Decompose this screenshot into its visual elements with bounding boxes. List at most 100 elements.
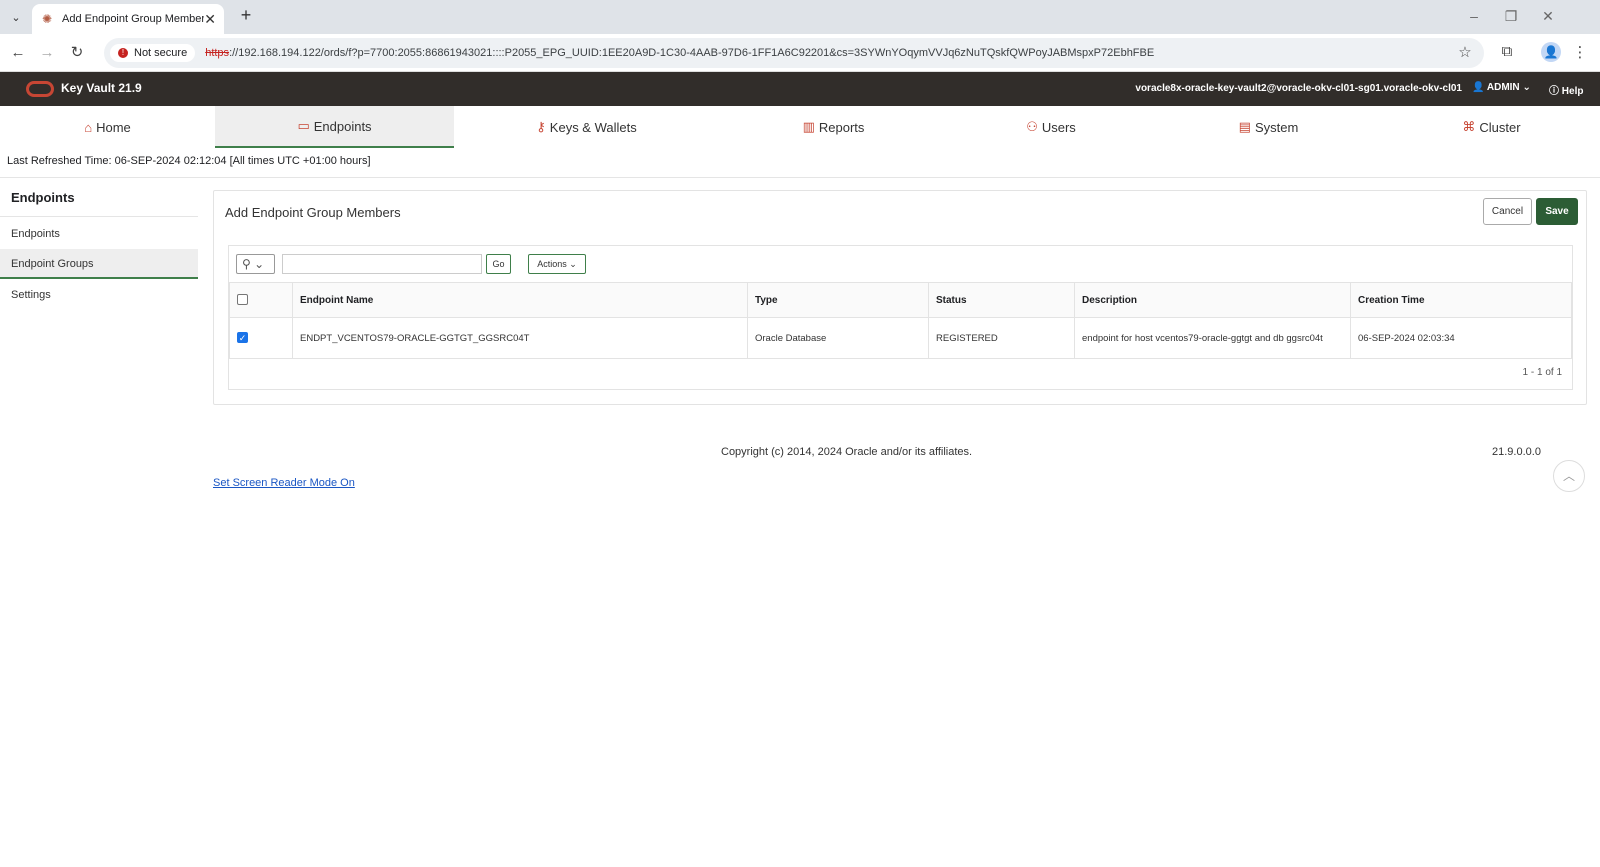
region-title: Add Endpoint Group Members (225, 205, 401, 220)
tab-home-label: Home (96, 119, 131, 135)
browser-menu-icon[interactable]: ⋮ (1570, 43, 1590, 61)
user-icon: 👤 (1472, 82, 1485, 93)
tab-search-icon[interactable]: ⌄ (6, 7, 26, 27)
scroll-to-top-icon[interactable]: ︿ (1553, 460, 1585, 492)
tab-keys-wallets-label: Keys & Wallets (549, 119, 637, 135)
row-select-cell: ✓ (229, 317, 293, 359)
oracle-logo-icon (26, 81, 54, 97)
tab-endpoints[interactable]: ▭ Endpoints (215, 106, 454, 148)
url-scheme: https (205, 47, 230, 59)
pagination-info: 1 - 1 of 1 (1522, 367, 1562, 378)
reload-icon[interactable]: ↻ (67, 43, 87, 63)
tab-home[interactable]: ⌂ Home (0, 106, 215, 148)
endpoint-grid: ⚲ ⌄ Go Actions ⌄ Endpoint Name Type Stat… (228, 245, 1573, 390)
tab-reports[interactable]: ▥ Reports (719, 106, 948, 148)
app-title: Key Vault 21.9 (61, 81, 142, 95)
endpoint-table: Endpoint Name Type Status Description Cr… (229, 282, 1572, 359)
tab-system[interactable]: ▤ System (1154, 106, 1383, 148)
users-icon: ⚇ (1026, 119, 1038, 134)
copyright-text: Copyright (c) 2014, 2024 Oracle and/or i… (721, 446, 973, 458)
sidebar-item-endpoints[interactable]: Endpoints (0, 219, 198, 249)
browser-tab-title: Add Endpoint Group Members (62, 13, 205, 25)
grid-toolbar: ⚲ ⌄ Go Actions ⌄ (229, 246, 1572, 282)
help-label: Help (1561, 86, 1584, 97)
app-header: Key Vault 21.9 voracle8x-oracle-key-vaul… (0, 72, 1600, 106)
search-column-selector[interactable]: ⚲ ⌄ (236, 254, 275, 274)
search-icon: ⚲ (242, 257, 251, 271)
row-checkbox[interactable]: ✓ (237, 332, 248, 344)
search-input[interactable] (282, 254, 482, 274)
select-all-header (229, 282, 293, 318)
endpoint-name-cell: ENDPT_VCENTOS79-ORACLE-GGTGT_GGSRC04T (292, 317, 748, 359)
system-icon: ▤ (1238, 119, 1251, 134)
description-cell: endpoint for host vcentos79-oracle-ggtgt… (1074, 317, 1351, 359)
tab-system-label: System (1254, 119, 1299, 135)
security-chip[interactable]: ! Not secure (110, 44, 196, 62)
sidebar-heading: Endpoints (11, 190, 75, 205)
column-header-status[interactable]: Status (928, 282, 1075, 318)
tab-cluster-label: Cluster (1479, 119, 1521, 135)
new-tab-button[interactable]: + (234, 5, 258, 26)
browser-tab-bar: ⌄ ✺ Add Endpoint Group Members ✕ + – ❐ ✕ (0, 0, 1600, 34)
table-header-row: Endpoint Name Type Status Description Cr… (229, 282, 1572, 318)
help-link[interactable]: ⓘ Help (1549, 82, 1583, 97)
cluster-icon: ⌘ (1462, 119, 1476, 134)
chevron-down-icon: ⌄ (1522, 82, 1531, 93)
browser-tab[interactable]: ✺ Add Endpoint Group Members ✕ (32, 4, 224, 34)
type-cell: Oracle Database (747, 317, 929, 359)
user-menu[interactable]: 👤 ADMIN ⌄ (1472, 82, 1531, 93)
chevron-down-icon: ⌄ (569, 258, 577, 269)
last-refreshed-time: Last Refreshed Time: 06-SEP-2024 02:12:0… (7, 155, 371, 167)
help-icon: ⓘ (1549, 86, 1559, 97)
address-toolbar: ← → ↻ ! Not secure https://192.168.194.1… (0, 34, 1600, 72)
window-close-icon[interactable]: ✕ (1538, 8, 1558, 25)
divider (0, 177, 1600, 178)
key-icon: ⚷ (536, 119, 546, 134)
profile-avatar-icon[interactable]: 👤 (1541, 42, 1561, 62)
tab-reports-label: Reports (818, 119, 865, 135)
tab-endpoints-label: Endpoints (313, 118, 372, 134)
forward-icon[interactable]: → (37, 43, 57, 63)
bar-chart-icon: ▥ (802, 119, 815, 134)
actions-menu-button[interactable]: Actions ⌄ (528, 254, 586, 274)
not-secure-label: Not secure (134, 47, 188, 59)
chevron-down-icon: ⌄ (254, 257, 265, 271)
minimize-icon[interactable]: – (1464, 8, 1484, 24)
warning-icon: ! (118, 48, 128, 58)
column-header-description[interactable]: Description (1074, 282, 1351, 318)
tab-users-label: Users (1041, 119, 1076, 135)
host-name: voracle8x-oracle-key-vault2@voracle-okv-… (1135, 83, 1462, 94)
tab-cluster[interactable]: ⌘ Cluster (1383, 106, 1600, 148)
url-text[interactable]: https://192.168.194.122/ords/f?p=7700:20… (205, 47, 1154, 59)
sidebar-item-settings[interactable]: Settings (0, 280, 198, 310)
add-members-region: Add Endpoint Group Members Cancel Save ⚲… (213, 190, 1587, 405)
creation-time-cell: 06-SEP-2024 02:03:34 (1350, 317, 1572, 359)
column-header-endpoint-name[interactable]: Endpoint Name (292, 282, 748, 318)
actions-label: Actions (537, 258, 567, 269)
back-icon[interactable]: ← (8, 43, 28, 63)
sidebar-item-endpoint-groups[interactable]: Endpoint Groups (0, 249, 198, 279)
sidebar-divider (0, 216, 198, 217)
select-all-checkbox[interactable] (237, 294, 248, 306)
tab-users[interactable]: ⚇ Users (948, 106, 1154, 148)
column-header-type[interactable]: Type (747, 282, 929, 318)
extensions-icon[interactable]: ⧉ (1497, 43, 1517, 60)
home-icon: ⌂ (84, 119, 93, 135)
table-row: ✓ ENDPT_VCENTOS79-ORACLE-GGTGT_GGSRC04T … (229, 317, 1572, 359)
tab-keys-wallets[interactable]: ⚷ Keys & Wallets (454, 106, 719, 148)
restore-icon[interactable]: ❐ (1501, 8, 1521, 25)
user-name: ADMIN (1486, 82, 1520, 93)
version-text: 21.9.0.0.0 (1492, 446, 1541, 458)
url-rest: ://192.168.194.122/ords/f?p=7700:2055:86… (229, 47, 1155, 59)
main-nav: ⌂ Home ▭ Endpoints ⚷ Keys & Wallets ▥ Re… (0, 106, 1600, 148)
go-button[interactable]: Go (486, 254, 511, 274)
screen-reader-mode-link[interactable]: Set Screen Reader Mode On (213, 477, 355, 489)
column-header-creation-time[interactable]: Creation Time (1350, 282, 1572, 318)
close-tab-icon[interactable]: ✕ (204, 11, 216, 28)
bookmark-star-icon[interactable]: ☆ (1455, 43, 1475, 61)
status-cell: REGISTERED (928, 317, 1075, 359)
address-bar[interactable]: ! Not secure https://192.168.194.122/ord… (104, 38, 1484, 68)
cancel-button[interactable]: Cancel (1483, 198, 1532, 225)
oracle-favicon-icon: ✺ (41, 12, 53, 26)
save-button[interactable]: Save (1536, 198, 1578, 225)
